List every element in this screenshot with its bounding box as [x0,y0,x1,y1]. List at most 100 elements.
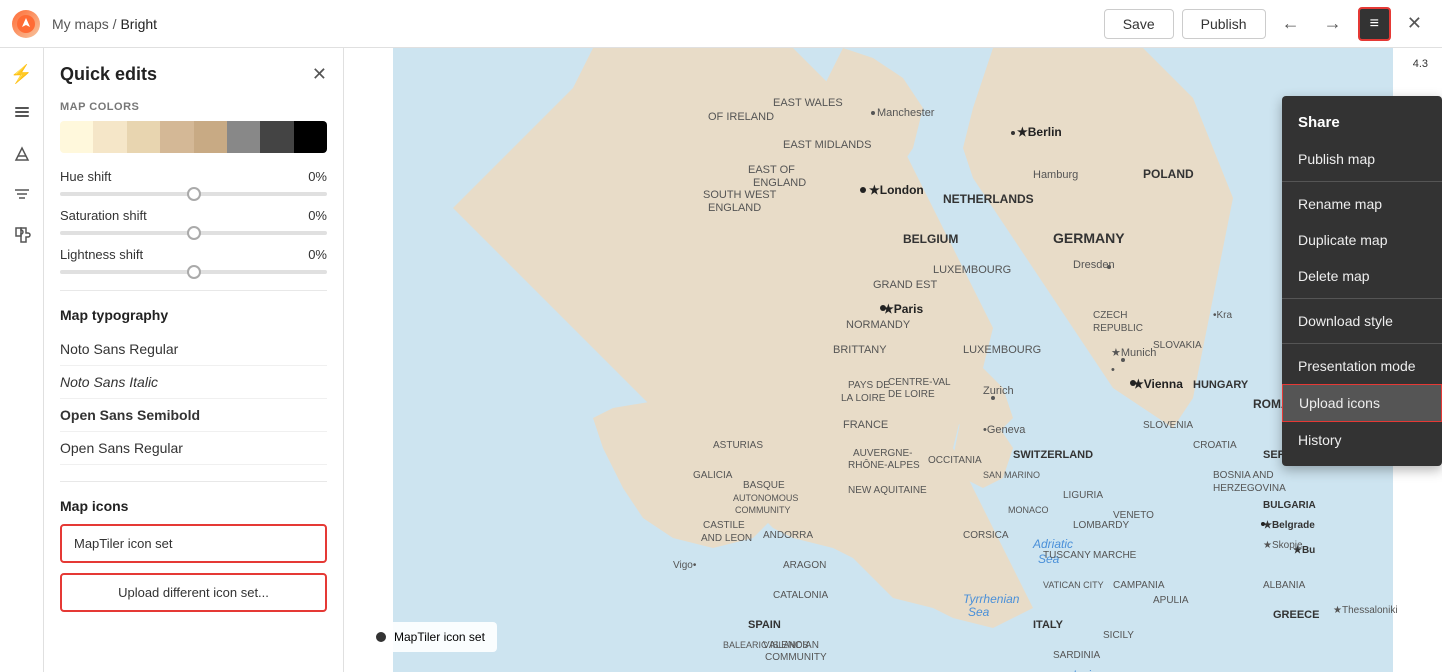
saturation-shift-group: Saturation shift 0% [60,208,327,235]
svg-text:NORMANDY: NORMANDY [846,319,911,331]
quick-edits-panel: Quick edits ✕ Map colors Hue shift 0% [44,48,344,672]
saturation-shift-track[interactable] [60,231,327,235]
dropdown-upload-icons[interactable]: Upload icons [1282,384,1442,422]
svg-text:EAST OF: EAST OF [748,164,795,176]
svg-text:AND LEON: AND LEON [701,533,752,544]
swatch-5 [194,121,227,153]
map-area[interactable]: OF IRELAND EAST WALES EAST MIDLANDS EAST… [344,48,1442,672]
lightness-shift-track[interactable] [60,270,327,274]
legend-dot [376,632,386,642]
swatch-7 [260,121,293,153]
hue-shift-label-row: Hue shift 0% [60,169,327,184]
sidebar-item-paint[interactable] [4,136,40,172]
dropdown-divider-1 [1282,181,1442,182]
publish-button[interactable]: Publish [1182,9,1266,39]
nav-back-button[interactable]: ← [1274,9,1308,38]
dropdown-history[interactable]: History [1282,422,1442,458]
panel-close-button[interactable]: ✕ [312,64,327,85]
upload-icon-set-button[interactable]: Upload different icon set... [60,573,327,612]
svg-text:CROATIA: CROATIA [1193,440,1237,451]
svg-text:★Vienna: ★Vienna [1133,377,1183,391]
hue-shift-group: Hue shift 0% [60,169,327,196]
dropdown-presentation-mode[interactable]: Presentation mode [1282,348,1442,384]
svg-text:★Paris: ★Paris [883,302,923,316]
svg-text:Manchester: Manchester [877,107,935,119]
typography-item-opensans-semibold: Open Sans Semibold [60,399,327,432]
hue-shift-track[interactable] [60,192,327,196]
svg-text:BASQUE: BASQUE [743,480,785,491]
svg-text:LOMBARDY: LOMBARDY [1073,520,1129,531]
svg-text:Zurich: Zurich [983,385,1014,397]
sidebar-item-layers[interactable] [4,96,40,132]
svg-text:EAST MIDLANDS: EAST MIDLANDS [783,139,871,151]
typography-item-noto-italic: Noto Sans Italic [60,366,327,399]
lightness-shift-group: Lightness shift 0% [60,247,327,274]
close-button[interactable]: ✕ [1399,9,1430,38]
svg-text:CAMPANIA: CAMPANIA [1113,580,1165,591]
svg-text:EAST WALES: EAST WALES [773,97,843,109]
svg-text:REPUBLIC: REPUBLIC [1093,323,1143,334]
app-logo [12,10,40,38]
divider-2 [60,481,327,482]
svg-text:LUXEMBOURG: LUXEMBOURG [963,344,1041,356]
svg-text:LIGURIA: LIGURIA [1063,490,1103,501]
dropdown-rename-map[interactable]: Rename map [1282,186,1442,222]
dropdown-download-style[interactable]: Download style [1282,303,1442,339]
dropdown-delete-map[interactable]: Delete map [1282,258,1442,294]
save-button[interactable]: Save [1104,9,1174,39]
svg-text:OCCITANIA: OCCITANIA [928,455,982,466]
sidebar-item-filters[interactable] [4,176,40,212]
svg-text:POLAND: POLAND [1143,167,1194,181]
lightness-shift-label-row: Lightness shift 0% [60,247,327,262]
dropdown-menu: Share Publish map Rename map Duplicate m… [1282,96,1442,466]
hue-shift-label: Hue shift [60,169,111,184]
dropdown-duplicate-map[interactable]: Duplicate map [1282,222,1442,258]
map-colors-label: Map colors [60,101,327,113]
svg-text:•Kra: •Kra [1213,310,1233,321]
svg-text:SAN MARINO: SAN MARINO [983,470,1040,480]
svg-text:Vigo•: Vigo• [673,560,697,571]
svg-text:★Belgrade: ★Belgrade [1263,520,1315,531]
dropdown-share-header: Share [1282,104,1442,141]
icon-set-box[interactable]: MapTiler icon set [60,524,327,563]
svg-text:ENGLAND: ENGLAND [708,202,761,214]
saturation-shift-thumb[interactable] [187,226,201,240]
sidebar-item-puzzle[interactable] [4,216,40,252]
svg-text:ITALY: ITALY [1033,619,1064,631]
svg-text:COMMUNITY: COMMUNITY [765,652,827,663]
svg-text:BRITTANY: BRITTANY [833,344,887,356]
svg-text:MONACO: MONACO [1008,505,1049,515]
nav-forward-button[interactable]: → [1316,9,1350,38]
lightness-shift-thumb[interactable] [187,265,201,279]
swatch-6 [227,121,260,153]
panel-title: Quick edits [60,64,157,85]
sidebar-item-lightning[interactable]: ⚡ [4,56,40,92]
map-svg: OF IRELAND EAST WALES EAST MIDLANDS EAST… [344,48,1442,672]
svg-text:AUVERGNE-: AUVERGNE- [853,448,912,459]
typography-item-noto-regular: Noto Sans Regular [60,333,327,366]
svg-text:★Thessaloniki: ★Thessaloniki [1333,605,1398,616]
svg-text:BOSNIA AND: BOSNIA AND [1213,470,1274,481]
svg-text:GALICIA: GALICIA [693,470,733,481]
breadcrumb-my-maps[interactable]: My maps [52,16,109,32]
svg-text:LUXEMBOURG: LUXEMBOURG [933,264,1011,276]
svg-text:CATALONIA: CATALONIA [773,590,829,601]
color-swatch-row [60,121,327,153]
dropdown-publish-map[interactable]: Publish map [1282,141,1442,177]
topbar: My maps / Bright Save Publish ← → ≡ ✕ [0,0,1442,48]
svg-text:GREECE: GREECE [1273,609,1319,621]
breadcrumb-separator: / [109,16,121,32]
svg-text:SPAIN: SPAIN [748,619,781,631]
breadcrumb-current: Bright [120,16,157,32]
svg-text:SWITZERLAND: SWITZERLAND [1013,449,1093,461]
svg-text:ALBANIA: ALBANIA [1263,580,1306,591]
menu-button[interactable]: ≡ [1358,7,1391,41]
svg-text:RHÔNE-ALPES: RHÔNE-ALPES [848,458,920,471]
svg-text:BULGARIA: BULGARIA [1263,500,1316,511]
svg-text:SLOVENIA: SLOVENIA [1143,420,1193,431]
swatch-1 [60,121,93,153]
hue-shift-thumb[interactable] [187,187,201,201]
svg-text:MARCHE: MARCHE [1093,550,1137,561]
svg-text:SICILY: SICILY [1103,630,1134,641]
saturation-shift-label-row: Saturation shift 0% [60,208,327,223]
